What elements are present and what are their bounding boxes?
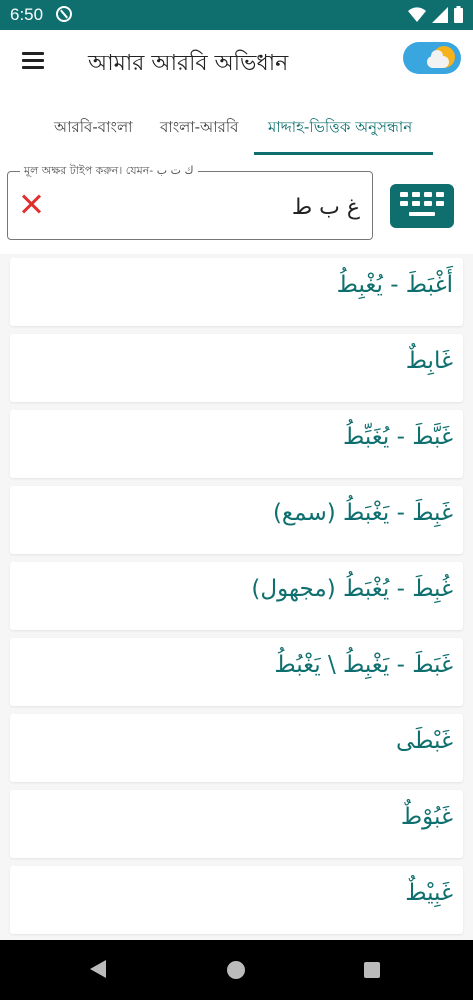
- result-item[interactable]: غَابِطٌ: [10, 334, 463, 402]
- keyboard-icon: [400, 192, 444, 220]
- at-icon: [56, 6, 72, 22]
- result-text: غَبْطَى: [395, 728, 453, 754]
- nav-bar: [0, 940, 473, 1000]
- search-label: মূল অক্ষর টাইপ করুন। যেমন- ك ت ب: [20, 162, 198, 181]
- result-text: غَبَطَ - يَغْبِطُ \ يَغْبُطُ: [274, 652, 453, 678]
- search-input[interactable]: [58, 186, 362, 228]
- result-text: أَغْبَطَ - يُغْبِطُ: [336, 272, 453, 298]
- result-text: غُبِطَ - يُغْبَطُ (مجهول): [251, 576, 453, 602]
- battery-icon: [454, 6, 463, 23]
- result-item[interactable]: غَبَطَ - يَغْبِطُ \ يَغْبُطُ: [10, 638, 463, 706]
- back-icon[interactable]: [90, 960, 106, 978]
- home-icon[interactable]: [227, 961, 245, 979]
- tab-bar: আরবি-বাংলা বাংলা-আরবি মাদ্দাহ-ভিত্তিক অন…: [0, 100, 473, 156]
- search-field: মূল অক্ষর টাইপ করুন। যেমন- ك ت ب: [7, 162, 373, 240]
- status-time: 6:50: [10, 5, 44, 24]
- result-item[interactable]: غَبَّطَ - يُغَبِّطُ: [10, 410, 463, 478]
- cloud-icon: [427, 50, 449, 68]
- tab-root-search[interactable]: মাদ্দাহ-ভিত্তিক অনুসন্ধান: [268, 116, 412, 141]
- result-text: غَبُوْطٌ: [400, 804, 453, 830]
- wifi-icon: [408, 6, 426, 22]
- recents-icon[interactable]: [364, 962, 380, 978]
- keyboard-button[interactable]: [390, 184, 454, 228]
- result-item[interactable]: أَغْبَطَ - يُغْبِطُ: [10, 258, 463, 326]
- result-text: غَبَّطَ - يُغَبِّطُ: [343, 424, 453, 450]
- status-bar: 6:50: [0, 0, 473, 30]
- tab-arabic-bangla[interactable]: আরবি-বাংলা: [54, 116, 132, 141]
- tab-indicator: [254, 152, 433, 155]
- status-icons: [408, 6, 463, 23]
- result-item[interactable]: غَبْطَى: [10, 714, 463, 782]
- result-item[interactable]: غُبِطَ - يُغْبَطُ (مجهول): [10, 562, 463, 630]
- theme-toggle[interactable]: [403, 42, 461, 74]
- result-text: غَبِيْطٌ: [405, 880, 453, 906]
- tab-bangla-arabic[interactable]: বাংলা-আরবি: [160, 116, 238, 141]
- close-icon[interactable]: [20, 192, 44, 216]
- result-text: غَبِطَ - يَغْبَطُ (سمع): [272, 500, 453, 526]
- signal-icon: [432, 6, 448, 23]
- menu-icon[interactable]: [22, 52, 44, 70]
- app-bar: আমার আরবি অভিধান: [0, 30, 473, 94]
- result-text: غَابِطٌ: [405, 348, 453, 374]
- app-title: আমার আরবি অভিধান: [88, 51, 289, 76]
- result-item[interactable]: غَبِطَ - يَغْبَطُ (سمع): [10, 486, 463, 554]
- result-item[interactable]: غَبِيْطٌ: [10, 866, 463, 934]
- result-item[interactable]: غَبُوْطٌ: [10, 790, 463, 858]
- results-list: أَغْبَطَ - يُغْبِطُ غَابِطٌ غَبَّطَ - يُ…: [0, 254, 473, 940]
